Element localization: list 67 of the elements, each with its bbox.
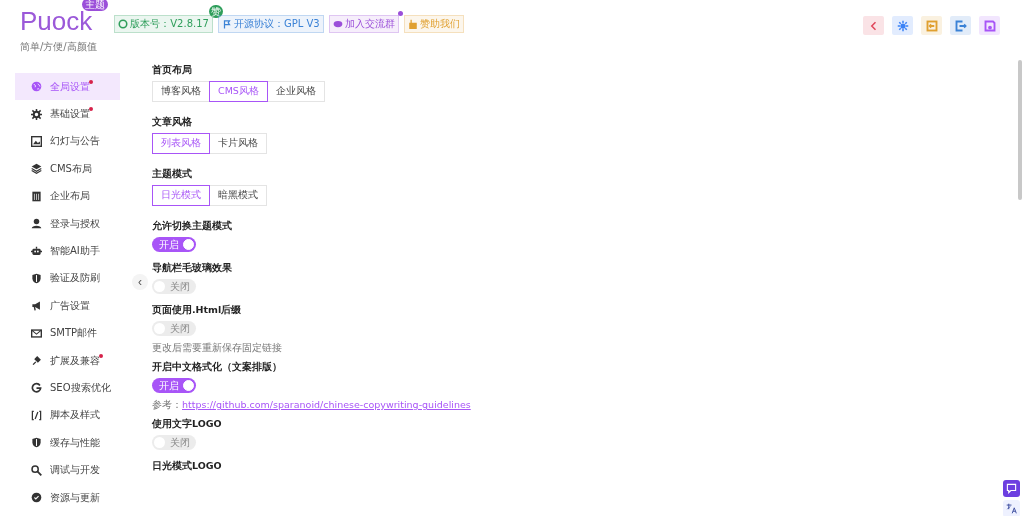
setting-label: 首页布局 <box>152 64 193 77</box>
setting-label: 主题模式 <box>152 168 193 181</box>
robot-icon <box>31 245 42 257</box>
sidebar-item[interactable]: 智能AI助手 <box>15 237 120 265</box>
scrollbar[interactable] <box>1018 60 1022 200</box>
toggle-switch[interactable]: 开启 <box>152 237 196 252</box>
sidebar-item[interactable]: 基础设置 <box>15 100 120 128</box>
setting-label: 使用文字LOGO <box>152 418 223 431</box>
sidebar-item[interactable]: 调试与开发 <box>15 456 120 484</box>
megaphone-icon <box>31 300 42 312</box>
setting-note: 更改后需要重新保存固定链接 <box>152 342 283 355</box>
setting-label: 允许切换主题模式 <box>152 220 233 233</box>
collapse-button[interactable]: ‹ <box>132 274 148 290</box>
shield-icon <box>31 272 42 284</box>
like-badge: 赞 <box>208 5 223 18</box>
mail-icon <box>31 327 42 339</box>
sidebar-item[interactable]: 广告设置 <box>15 292 120 320</box>
info-tag[interactable]: 加入交流群 <box>328 15 399 33</box>
option-button[interactable]: 列表风格 <box>152 133 210 154</box>
chat-icon <box>1006 483 1017 494</box>
option-button[interactable]: 日光模式 <box>152 185 210 206</box>
sidebar-item[interactable]: 脚本及样式 <box>15 401 120 430</box>
globe-icon <box>31 81 42 93</box>
sun-button[interactable] <box>892 16 913 35</box>
sidebar-item[interactable]: 企业布局 <box>15 182 120 210</box>
option-button[interactable]: 企业风格 <box>266 81 325 102</box>
sidebar-item[interactable]: 缓存与性能 <box>15 429 120 457</box>
shield-icon <box>31 437 42 449</box>
translate-button[interactable] <box>1003 500 1020 516</box>
theme-badge: 主题 <box>82 0 109 11</box>
setting-label: 文章风格 <box>152 116 193 129</box>
setting-label: 导航栏毛玻璃效果 <box>152 262 233 275</box>
setting-note: 参考：https://github.com/sparanoid/chinese-copywriting-guidelines <box>152 399 471 412</box>
sidebar-item[interactable]: 资源与更新 <box>15 483 120 512</box>
image-icon <box>31 135 42 147</box>
option-button[interactable]: 暗黑模式 <box>209 185 267 206</box>
toggle-switch[interactable]: 开启 <box>152 378 196 393</box>
building-icon <box>31 190 42 202</box>
sidebar-item[interactable]: 验证及防刷 <box>15 264 120 293</box>
sidebar-item[interactable]: 登录与授权 <box>15 209 120 238</box>
sidebar-item[interactable]: 扩展及兼容 <box>15 346 120 375</box>
g-letter-icon <box>31 382 42 394</box>
option-button[interactable]: 卡片风格 <box>209 133 267 154</box>
sidebar-item[interactable]: SMTP邮件 <box>15 319 120 347</box>
reference-link[interactable]: https://github.com/sparanoid/chinese-copywriting-guidelines <box>182 399 471 410</box>
code-icon <box>31 409 42 421</box>
user-icon <box>31 218 42 230</box>
export-button[interactable] <box>950 16 971 35</box>
option-button[interactable]: 博客风格 <box>152 81 210 102</box>
sidebar-item[interactable]: SEO搜索优化 <box>15 374 120 402</box>
save-button[interactable] <box>979 16 1000 35</box>
search-icon <box>31 464 42 476</box>
feedback-button[interactable] <box>1003 480 1020 497</box>
sidebar-item[interactable]: 全局设置 <box>15 73 120 101</box>
setting-label: 日光模式LOGO <box>152 460 223 473</box>
check-circle-icon <box>31 492 42 504</box>
option-button[interactable]: CMS风格 <box>209 81 268 102</box>
setting-label: 页面使用.Html后缀 <box>152 304 243 317</box>
import-button[interactable] <box>921 16 942 35</box>
translate-icon <box>1006 503 1017 514</box>
layers-icon <box>31 163 42 175</box>
tagline: 简单/方便/高颜值 <box>20 40 98 54</box>
sidebar-item[interactable]: CMS布局 <box>15 155 120 183</box>
sidebar-item[interactable]: 幻灯与公告 <box>15 127 120 156</box>
back-button[interactable] <box>863 16 884 35</box>
settings-icon <box>31 108 42 120</box>
setting-label: 开启中文格式化（文案排版） <box>152 361 283 374</box>
